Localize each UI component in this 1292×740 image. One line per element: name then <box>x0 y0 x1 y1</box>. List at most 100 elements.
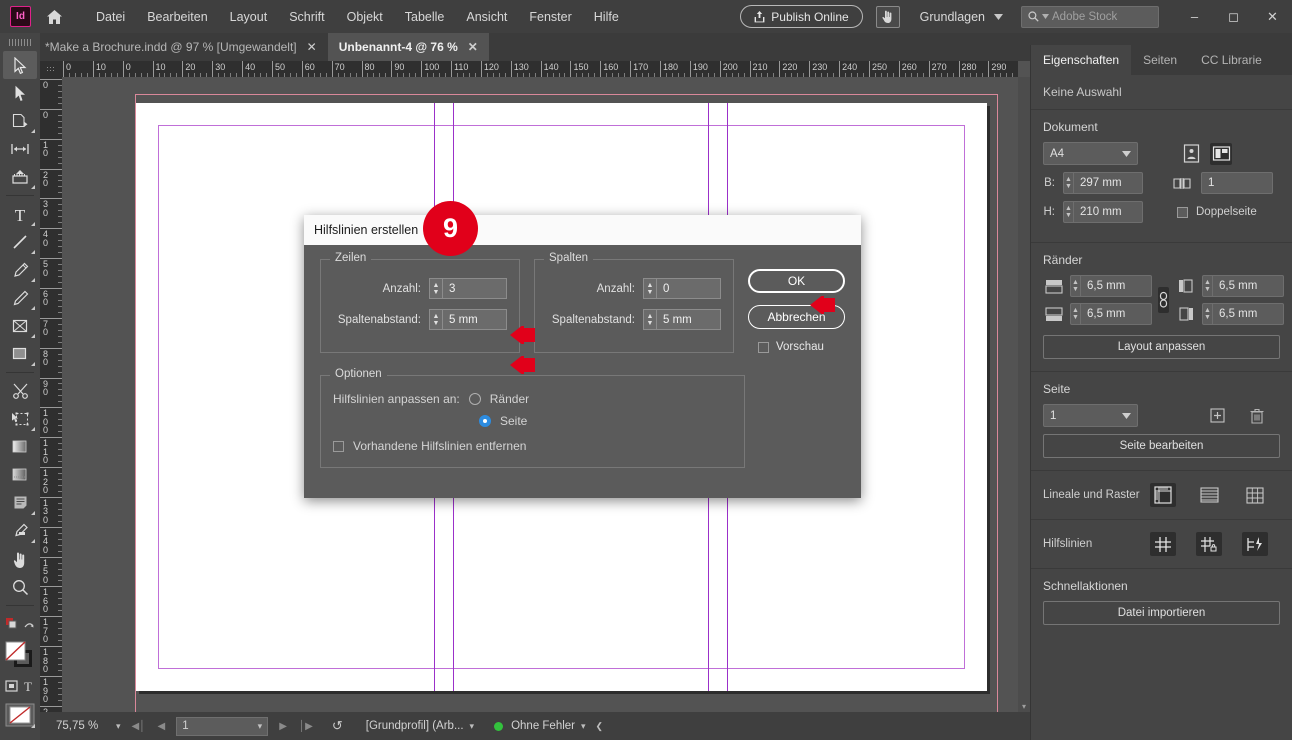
columns-gutter-input[interactable]: ▲▼ 5 mm <box>643 309 721 330</box>
tool-rectangle[interactable] <box>3 340 37 368</box>
adobe-stock-search[interactable]: Adobe Stock <box>1021 6 1159 28</box>
minimize-icon[interactable]: – <box>1175 0 1214 33</box>
portrait-orientation-icon[interactable] <box>1180 143 1202 165</box>
page-number-field[interactable]: 1 ▾ <box>176 717 268 736</box>
landscape-orientation-icon[interactable] <box>1210 143 1232 165</box>
last-page-icon[interactable]: │▶ <box>294 721 318 732</box>
stepper-icon[interactable]: ▲▼ <box>1071 275 1081 297</box>
prev-page-icon[interactable]: ◀ <box>152 721 170 732</box>
smart-guides-icon[interactable] <box>1242 532 1268 556</box>
vertical-scrollbar[interactable]: ▾ <box>1018 77 1030 712</box>
stepper-icon[interactable]: ▲▼ <box>1203 303 1213 325</box>
tab-seiten[interactable]: Seiten <box>1131 45 1189 75</box>
document-grid-icon[interactable] <box>1242 483 1268 507</box>
tool-eyedropper[interactable] <box>3 517 37 545</box>
stepper-icon[interactable]: ▲▼ <box>430 279 443 298</box>
status-expand-icon[interactable]: ❮ <box>592 721 608 732</box>
lock-guides-icon[interactable] <box>1196 532 1222 556</box>
document-tab-brochure[interactable]: *Make a Brochure.indd @ 97 % [Umgewandel… <box>34 33 328 61</box>
stepper-icon[interactable]: ▲▼ <box>1071 303 1081 325</box>
publish-online-button[interactable]: Publish Online <box>740 5 862 28</box>
import-file-button[interactable]: Datei importieren <box>1043 601 1280 625</box>
preview-checkbox[interactable] <box>758 342 769 353</box>
tab-cc-libraries[interactable]: CC Librarie <box>1189 45 1274 75</box>
errors-dropdown-icon[interactable]: ▾ <box>577 721 590 732</box>
tool-pencil[interactable] <box>3 284 37 312</box>
show-guides-icon[interactable] <box>1150 532 1176 556</box>
tool-direct-selection[interactable] <box>3 79 37 107</box>
preflight-profile[interactable]: [Grundprofil] (Arb... <box>366 720 464 732</box>
formatting-affects-container[interactable]: T <box>3 672 37 700</box>
tool-gradient-feather[interactable] <box>3 461 37 489</box>
margin-top-input[interactable]: ▲▼ 6,5 mm <box>1070 275 1152 297</box>
tab-eigenschaften[interactable]: Eigenschaften <box>1031 45 1131 75</box>
menu-layout[interactable]: Layout <box>219 6 279 28</box>
menu-bearbeiten[interactable]: Bearbeiten <box>136 6 218 28</box>
delete-page-icon[interactable] <box>1246 405 1268 427</box>
first-page-icon[interactable]: ◀│ <box>127 721 151 732</box>
tool-gradient-swatch[interactable] <box>3 433 37 461</box>
horizontal-ruler[interactable]: 0100102030405060708090100110120130140150… <box>62 61 1018 77</box>
tool-frame[interactable] <box>3 312 37 340</box>
stepper-icon[interactable]: ▲▼ <box>1203 275 1213 297</box>
adjust-layout-button[interactable]: Layout anpassen <box>1043 335 1280 359</box>
search-input[interactable]: Adobe Stock <box>1052 11 1117 23</box>
menu-tabelle[interactable]: Tabelle <box>394 6 456 28</box>
tool-free-transform[interactable] <box>3 405 37 433</box>
tool-line[interactable] <box>3 228 37 256</box>
tool-page[interactable] <box>3 107 37 135</box>
rows-gutter-input[interactable]: ▲▼ 5 mm <box>429 309 507 330</box>
tool-type[interactable]: T <box>3 200 37 228</box>
facing-pages-checkbox[interactable] <box>1177 207 1188 218</box>
menu-hilfe[interactable]: Hilfe <box>583 6 630 28</box>
apply-none-icon[interactable] <box>3 700 37 730</box>
menu-schrift[interactable]: Schrift <box>278 6 335 28</box>
tab-close-icon[interactable]: ✕ <box>307 40 317 54</box>
page-dropdown-icon[interactable]: ▾ <box>258 721 263 732</box>
tool-fill-stroke-swap[interactable] <box>3 610 37 638</box>
zoom-dropdown-icon[interactable]: ▾ <box>112 721 125 732</box>
toolbar-grip[interactable] <box>0 33 40 51</box>
maximize-icon[interactable]: ◻ <box>1214 0 1253 33</box>
add-page-icon[interactable] <box>1206 405 1228 427</box>
tool-zoom[interactable] <box>3 573 37 601</box>
page-count-input[interactable]: 1 <box>1201 172 1273 194</box>
show-rulers-icon[interactable] <box>1150 483 1176 507</box>
tool-gap[interactable] <box>3 135 37 163</box>
radio-page[interactable] <box>479 415 491 427</box>
stepper-icon[interactable]: ▲▼ <box>1064 201 1074 223</box>
link-margins-icon[interactable] <box>1158 287 1169 313</box>
height-input[interactable]: ▲▼ 210 mm <box>1063 201 1143 223</box>
stepper-icon[interactable]: ▲▼ <box>644 310 657 329</box>
stepper-icon[interactable]: ▲▼ <box>644 279 657 298</box>
ruler-origin[interactable] <box>40 61 62 77</box>
tab-close-icon[interactable]: ✕ <box>468 40 478 54</box>
columns-count-input[interactable]: ▲▼ 0 <box>643 278 721 299</box>
menu-objekt[interactable]: Objekt <box>336 6 394 28</box>
ok-button[interactable]: OK <box>748 269 845 293</box>
menu-ansicht[interactable]: Ansicht <box>455 6 518 28</box>
scroll-down-icon[interactable]: ▾ <box>1018 700 1030 712</box>
touch-hand-icon[interactable] <box>876 6 900 28</box>
menu-datei[interactable]: Datei <box>85 6 136 28</box>
document-tab-unbenannt4[interactable]: Unbenannt-4 @ 76 % ✕ <box>328 33 489 61</box>
rows-count-input[interactable]: ▲▼ 3 <box>429 278 507 299</box>
margin-bottom-input[interactable]: ▲▼ 6,5 mm <box>1070 303 1152 325</box>
fill-stroke-indicator[interactable] <box>3 638 37 672</box>
tool-pen[interactable] <box>3 256 37 284</box>
page-size-preset-select[interactable]: A4 <box>1043 142 1138 165</box>
width-input[interactable]: ▲▼ 297 mm <box>1063 172 1143 194</box>
profile-dropdown-icon[interactable]: ▾ <box>466 721 479 732</box>
baseline-grid-icon[interactable] <box>1196 483 1222 507</box>
next-page-icon[interactable]: ▶ <box>274 721 292 732</box>
zoom-level[interactable]: 75,75 % <box>56 720 110 732</box>
tool-scissors[interactable] <box>3 377 37 405</box>
tool-hand[interactable] <box>3 545 37 573</box>
preflight-icon[interactable]: ↺ <box>320 718 348 734</box>
tool-note[interactable] <box>3 489 37 517</box>
close-icon[interactable]: ✕ <box>1253 0 1292 33</box>
tool-selection[interactable] <box>3 51 37 79</box>
remove-existing-checkbox[interactable] <box>333 441 344 452</box>
stroke-style-icon[interactable] <box>3 730 37 740</box>
workspace-selector[interactable]: Grundlagen <box>920 10 1003 24</box>
